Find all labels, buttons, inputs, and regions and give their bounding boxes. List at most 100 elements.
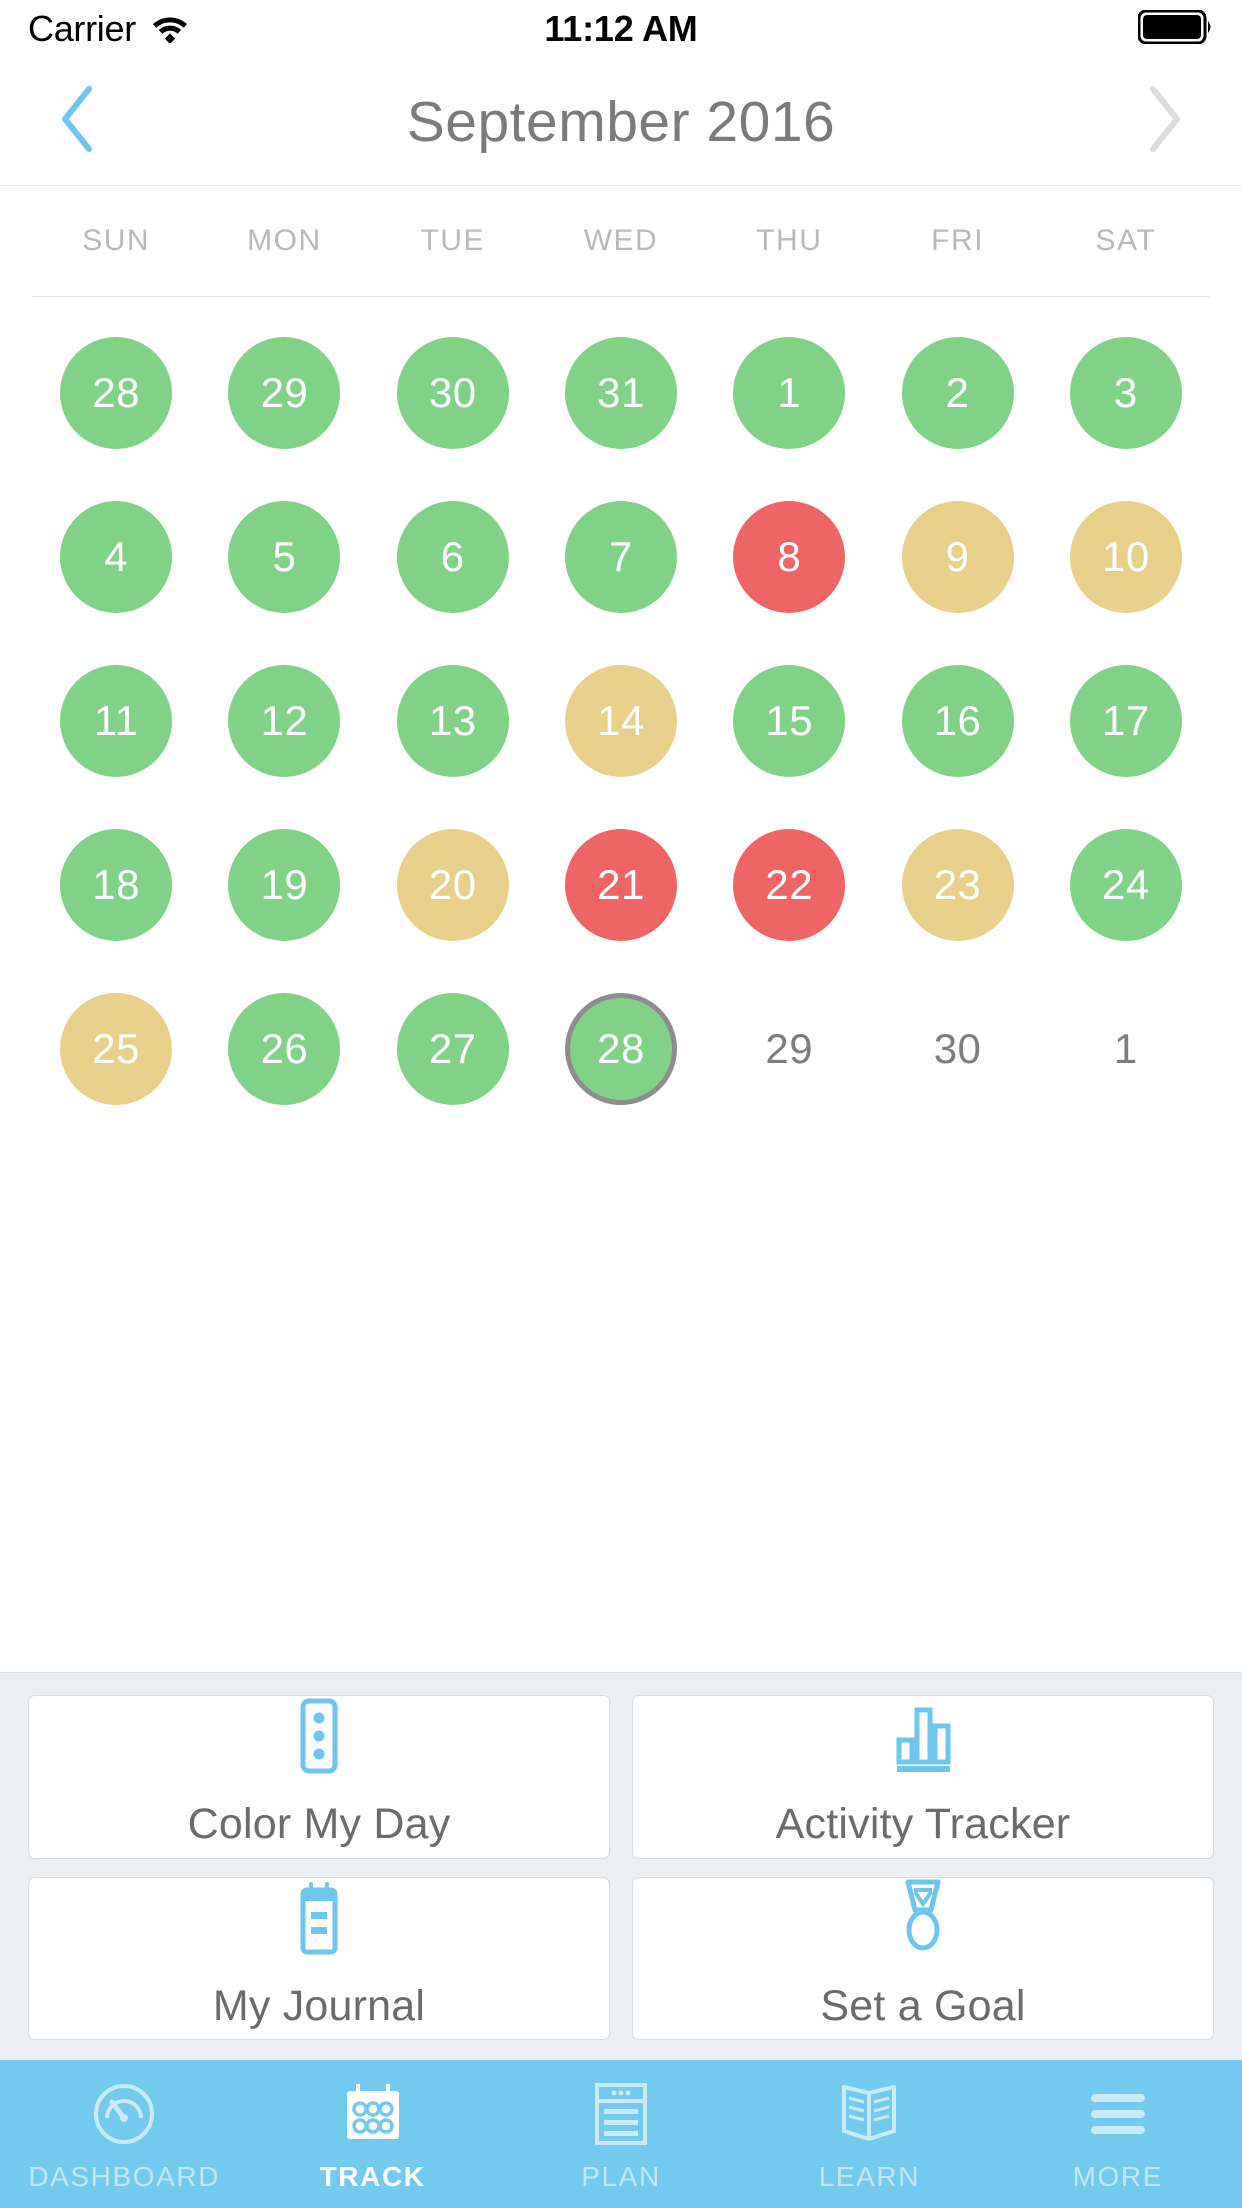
tab-learn[interactable]: LEARN	[745, 2060, 993, 2208]
calendar-day-cell[interactable]: 25	[32, 993, 200, 1105]
calendar-day-cell[interactable]: 2	[873, 337, 1041, 449]
calendar-day-marker[interactable]: 23	[901, 829, 1014, 941]
calendar-day-cell[interactable]: 22	[705, 829, 873, 941]
calendar-day-cell[interactable]: 17	[1042, 665, 1210, 777]
calendar-day-cell[interactable]: 30	[873, 993, 1041, 1105]
tab-dashboard[interactable]: DASHBOARD	[0, 2060, 248, 2208]
calendar-day-marker[interactable]: 25	[60, 993, 173, 1105]
shortcut-card-label: Color My Day	[187, 1800, 451, 1849]
tab-track[interactable]: TRACK	[248, 2060, 496, 2208]
calendar-day-cell[interactable]: 1	[705, 337, 873, 449]
calendar-day-marker[interactable]: 29	[228, 337, 341, 449]
calendar-day-cell[interactable]: 24	[1042, 829, 1210, 941]
calendar-day-marker[interactable]: 15	[733, 665, 846, 777]
calendar-day-cell[interactable]: 10	[1042, 501, 1210, 613]
calendar-day-marker[interactable]: 17	[1069, 665, 1182, 777]
calendar-day-marker[interactable]: 1	[733, 337, 846, 449]
shortcut-card[interactable]: Activity Tracker	[632, 1695, 1214, 1859]
battery-full-icon	[1137, 9, 1214, 49]
calendar-day-cell[interactable]: 29	[200, 337, 368, 449]
calendar-day-cell[interactable]: 13	[369, 665, 537, 777]
calendar-day-marker[interactable]: 8	[733, 501, 846, 613]
weekday-header-row: SUN MON TUE WED THU FRI SAT	[0, 186, 1242, 296]
calendar-day-selected[interactable]: 28	[564, 993, 677, 1105]
calendar-day-cell[interactable]: 18	[32, 829, 200, 941]
weekday-label-tue: TUE	[420, 224, 485, 257]
calendar-day-marker[interactable]: 11	[60, 665, 173, 777]
calendar-day-cell[interactable]: 15	[705, 665, 873, 777]
tab-more[interactable]: MORE	[994, 2060, 1242, 2208]
calendar-week-row: 25 26 27 28 29 30 1	[32, 993, 1210, 1105]
calendar-day-cell[interactable]: 9	[873, 501, 1041, 613]
calendar-day-cell[interactable]: 29	[705, 993, 873, 1105]
calendar-day-cell[interactable]: 23	[873, 829, 1041, 941]
calendar-day-cell[interactable]: 20	[369, 829, 537, 941]
calendar-day-marker[interactable]: 2	[901, 337, 1014, 449]
calendar-day-cell[interactable]: 14	[537, 665, 705, 777]
calendar-day-cell[interactable]: 12	[200, 665, 368, 777]
calendar-day-marker[interactable]: 12	[228, 665, 341, 777]
next-month-button[interactable]	[1128, 77, 1198, 167]
shortcut-card[interactable]: My Journal	[28, 1876, 610, 2040]
clock-label: 11:12 AM	[544, 8, 698, 49]
weekday-label-thu: THU	[756, 224, 823, 257]
calendar-day-cell[interactable]: 30	[369, 337, 537, 449]
tab-label: DASHBOARD	[28, 2161, 221, 2192]
calendar-day-cell[interactable]: 8	[705, 501, 873, 613]
shortcut-card[interactable]: Set a Goal	[632, 1876, 1214, 2040]
status-bar-right	[1137, 9, 1214, 49]
calendar-day-marker[interactable]: 22	[733, 829, 846, 941]
calendar-day-marker[interactable]: 30	[396, 337, 509, 449]
tab-label: PLAN	[581, 2161, 661, 2192]
calendar-day-marker[interactable]: 4	[60, 501, 173, 613]
calendar-day-marker[interactable]: 3	[1069, 337, 1182, 449]
calendar-day-cell[interactable]: 5	[200, 501, 368, 613]
calendar-day-cell[interactable]: 26	[200, 993, 368, 1105]
calendar-day-cell[interactable]: 4	[32, 501, 200, 613]
calendar-day-cell[interactable]: 3	[1042, 337, 1210, 449]
calendar-day-marker[interactable]: 24	[1069, 829, 1182, 941]
calendar-day-marker[interactable]: 10	[1069, 501, 1182, 613]
calendar-icon	[341, 2081, 405, 2147]
calendar-day-marker[interactable]: 20	[396, 829, 509, 941]
calendar-day-cell[interactable]: 27	[369, 993, 537, 1105]
chevron-left-icon	[57, 83, 101, 160]
calendar-day-marker[interactable]: 18	[60, 829, 173, 941]
calendar-week-row: 18 19 20 21 22 23 24	[32, 829, 1210, 941]
calendar-day-marker[interactable]: 27	[396, 993, 509, 1105]
prev-month-button[interactable]	[44, 77, 114, 167]
tab-label: MORE	[1072, 2161, 1163, 2192]
calendar-day-marker[interactable]: 31	[564, 337, 677, 449]
calendar-day-marker[interactable]: 30	[902, 993, 1014, 1105]
calendar-day-marker[interactable]: 1	[1070, 993, 1182, 1105]
calendar-day-marker[interactable]: 7	[564, 501, 677, 613]
calendar-day-cell[interactable]: 11	[32, 665, 200, 777]
calendar-day-marker[interactable]: 29	[733, 993, 845, 1105]
calendar-day-marker[interactable]: 16	[901, 665, 1014, 777]
calendar-day-cell[interactable]: 31	[537, 337, 705, 449]
calendar-day-marker[interactable]: 19	[228, 829, 341, 941]
calendar-day-cell[interactable]: 1	[1042, 993, 1210, 1105]
calendar-day-cell[interactable]: 21	[537, 829, 705, 941]
tab-label: TRACK	[319, 2161, 426, 2192]
app-screen: Carrier 11:12 AM September 2016 SUN MON …	[0, 0, 1242, 2208]
calendar-day-marker[interactable]: 9	[901, 501, 1014, 613]
shortcut-card-label: Set a Goal	[820, 1981, 1026, 2030]
calendar-day-marker[interactable]: 21	[564, 829, 677, 941]
calendar-day-cell[interactable]: 6	[369, 501, 537, 613]
calendar-day-marker[interactable]: 26	[228, 993, 341, 1105]
calendar-day-marker[interactable]: 5	[228, 501, 341, 613]
calendar-day-marker[interactable]: 13	[396, 665, 509, 777]
shortcut-card-label: Activity Tracker	[775, 1800, 1071, 1849]
calendar-day-cell[interactable]: 28	[32, 337, 200, 449]
calendar-day-marker[interactable]: 28	[60, 337, 173, 449]
tab-plan[interactable]: PLAN	[497, 2060, 745, 2208]
calendar-day-marker[interactable]: 14	[564, 665, 677, 777]
calendar-day-cell[interactable]: 28	[537, 993, 705, 1105]
medal-icon	[890, 1879, 956, 1956]
calendar-day-marker[interactable]: 6	[396, 501, 509, 613]
calendar-day-cell[interactable]: 16	[873, 665, 1041, 777]
calendar-day-cell[interactable]: 7	[537, 501, 705, 613]
shortcut-card[interactable]: Color My Day	[28, 1695, 610, 1859]
calendar-day-cell[interactable]: 19	[200, 829, 368, 941]
